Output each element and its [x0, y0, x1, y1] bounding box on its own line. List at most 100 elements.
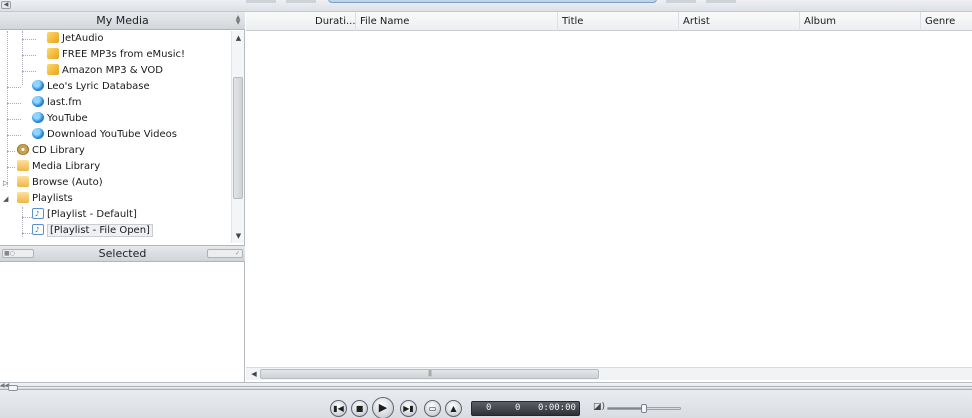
tree-item-label: Amazon MP3 & VOD	[62, 65, 164, 76]
plugin-icon	[47, 64, 59, 75]
track-list-horizontal-scrollbar[interactable]: ◀ |||	[246, 367, 972, 380]
tree-item-label: Browse (Auto)	[32, 177, 103, 188]
scroll-thumb[interactable]: |||	[260, 369, 599, 379]
globe-icon	[32, 128, 44, 139]
tree-item-download-youtube[interactable]: Download YouTube Videos	[32, 127, 177, 143]
toolbar-tab-left-1[interactable]	[246, 0, 276, 3]
globe-icon	[32, 112, 44, 123]
column-header-file-name[interactable]: File Name	[356, 12, 558, 31]
tree-connector-line	[7, 151, 15, 152]
tree-item-playlist-default[interactable]: [Playlist - Default]	[32, 207, 137, 223]
folder-icon	[17, 192, 29, 203]
tree-item-label: Leo's Lyric Database	[47, 81, 150, 92]
previous-icon[interactable]: ▮◀	[330, 400, 347, 417]
time-display: 0 0 0:00:00	[471, 401, 580, 416]
seek-knob[interactable]	[8, 385, 18, 391]
media-tree-panel: My Media ▲ ▼ JetAudio FREE MP3s from eMus…	[0, 12, 245, 382]
selected-right-button[interactable]: ✓	[207, 249, 243, 258]
tree-item-cd-library[interactable]: CD Library	[17, 143, 85, 159]
plugin-icon	[47, 48, 59, 59]
tree-item-label: Download YouTube Videos	[47, 129, 177, 140]
scroll-down-icon[interactable]: ▼	[232, 231, 245, 241]
tree-item-label: YouTube	[47, 113, 88, 124]
open-icon[interactable]: ▭	[424, 400, 441, 417]
toolbar-tab-right-1[interactable]	[666, 0, 696, 3]
tree-connector-line	[7, 31, 8, 187]
eject-icon[interactable]: ▲	[445, 400, 462, 417]
column-header-row: Durati... File Name Title Artist Album G…	[246, 12, 972, 31]
tree-vertical-scrollbar[interactable]: ▲ ▼	[231, 31, 244, 243]
tree-item-label: FREE MP3s from eMusic!	[62, 49, 185, 60]
tree-connector-line	[22, 217, 32, 218]
volume-knob[interactable]	[641, 404, 647, 413]
scroll-left-icon[interactable]: ◀	[248, 368, 260, 380]
media-tree: JetAudio FREE MP3s from eMusic! Amazon M…	[0, 31, 230, 243]
column-header-duration[interactable]: Durati...	[311, 12, 356, 31]
expand-arrow-icon[interactable]: ▷	[3, 175, 9, 191]
volume-slider[interactable]	[607, 404, 681, 413]
tree-item-lyric-database[interactable]: Leo's Lyric Database	[32, 79, 150, 95]
toolbar-tab-right-2[interactable]	[706, 0, 736, 3]
tree-connector-line	[7, 167, 15, 168]
playlist-icon	[32, 208, 44, 219]
transport-bar: ◀◀ ▮◀ ■ ▶ ▶▮ ▭ ▲ 0 0 0:00:00 ◪)	[0, 382, 972, 418]
scroll-up-icon[interactable]: ▲	[232, 33, 245, 43]
tree-connector-line	[7, 103, 21, 104]
play-icon[interactable]: ▶	[372, 397, 394, 418]
display-count-b: 0	[515, 403, 521, 413]
tree-item-label: [Playlist - File Open]	[47, 224, 153, 237]
tree-connector-line	[22, 39, 36, 40]
tree-item-label: Media Library	[32, 161, 101, 172]
collapse-arrow-icon[interactable]: ◢	[3, 191, 9, 207]
column-header-genre[interactable]: Genre	[921, 12, 972, 31]
globe-icon	[32, 80, 44, 91]
display-time: 0:00:00	[538, 403, 576, 413]
tree-item-playlist-file-open[interactable]: [Playlist - File Open]	[32, 223, 153, 239]
toolbar-tab-left-2[interactable]	[286, 0, 316, 3]
scroll-thumb[interactable]	[233, 77, 243, 199]
back-arrow-icon[interactable]: ◀	[1, 1, 11, 9]
cd-icon	[17, 144, 29, 155]
tree-item-browse-auto[interactable]: Browse (Auto)	[17, 175, 103, 191]
tree-connector-line	[22, 55, 36, 56]
playlist-icon	[32, 224, 44, 235]
tree-connector-line	[7, 87, 21, 88]
tree-item-label: last.fm	[47, 97, 82, 108]
tree-connector-line	[7, 119, 21, 120]
plugin-icon	[47, 32, 59, 43]
folder-icon	[17, 176, 29, 187]
folder-icon	[17, 160, 29, 171]
display-count-a: 0	[486, 403, 492, 413]
volume-fill	[608, 408, 644, 409]
tree-item-amazon[interactable]: Amazon MP3 & VOD	[47, 63, 163, 79]
tree-item-lastfm[interactable]: last.fm	[32, 95, 81, 111]
sort-updown-icon[interactable]: ▲ ▼	[234, 15, 242, 26]
track-list-panel: Durati... File Name Title Artist Album G…	[246, 12, 972, 382]
column-header-title[interactable]: Title	[558, 12, 679, 31]
next-icon[interactable]: ▶▮	[400, 400, 417, 417]
selected-left-button[interactable]: ■○	[2, 249, 34, 258]
top-toolbar: ◀	[0, 0, 972, 12]
globe-icon	[32, 96, 44, 107]
tree-item-label: JetAudio	[62, 33, 104, 44]
tree-item-emusic[interactable]: FREE MP3s from eMusic!	[47, 47, 185, 63]
tree-item-jetaudio[interactable]: JetAudio	[47, 31, 103, 47]
tree-item-media-library[interactable]: Media Library	[17, 159, 100, 175]
seek-bar[interactable]: ◀◀	[0, 382, 972, 391]
tree-connector-line	[22, 233, 32, 234]
panel-title: My Media	[96, 14, 149, 27]
tree-item-label: CD Library	[32, 145, 85, 156]
volume-icon[interactable]: ◪)	[593, 402, 605, 412]
column-header-album[interactable]: Album	[800, 12, 921, 31]
tree-item-youtube[interactable]: YouTube	[32, 111, 88, 127]
tree-item-playlists[interactable]: Playlists	[17, 191, 73, 207]
tree-connector-line	[22, 71, 36, 72]
tree-item-label: [Playlist - Default]	[47, 209, 137, 220]
tree-connector-line	[7, 135, 21, 136]
column-header-artist[interactable]: Artist	[679, 12, 800, 31]
selected-bar: ■○ Selected ✓	[0, 245, 245, 262]
tree-item-label: Playlists	[32, 193, 73, 204]
stop-icon[interactable]: ■	[351, 400, 368, 417]
my-media-header[interactable]: My Media ▲ ▼	[0, 12, 245, 30]
search-box[interactable]	[328, 0, 657, 3]
